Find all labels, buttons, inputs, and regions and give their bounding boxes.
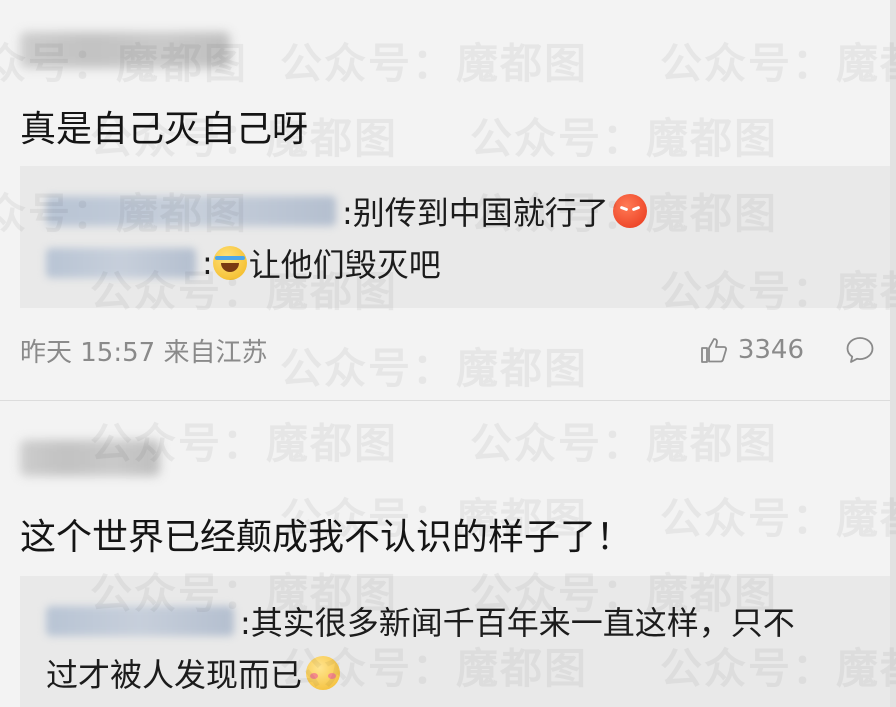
comment-text: 这个世界已经颠成我不认识的样子了！ [20, 517, 633, 558]
reply-username-blurred[interactable] [46, 196, 336, 226]
comment-meta: 昨天 15:57 来自江苏 3346 [20, 330, 876, 370]
reply-text: :其实很多新闻千百年来一直这样，只不 [240, 604, 795, 642]
reply-line: 过才被人发现而已 [46, 650, 341, 696]
comment-text: 真是自己灭自己呀 [20, 109, 309, 150]
reply-box[interactable]: :别传到中国就行了 : 让他们毁灭吧 [20, 166, 896, 308]
username-blurred[interactable] [20, 440, 160, 476]
reply-line: :其实很多新闻千百年来一直这样，只不 [46, 598, 795, 644]
laugh-cry-icon [212, 246, 247, 280]
shy-face-icon [306, 656, 341, 690]
reply-username-blurred[interactable] [46, 606, 234, 636]
reply-username-blurred[interactable] [46, 248, 196, 278]
like-button[interactable]: 3346 [698, 334, 804, 366]
reply-prefix: : [202, 244, 213, 282]
reply-box[interactable]: :其实很多新闻千百年来一直这样，只不 过才被人发现而已 [20, 576, 896, 707]
thumbs-up-icon [700, 338, 727, 363]
reply-line: : 让他们毁灭吧 [46, 240, 441, 286]
like-count: 3346 [737, 335, 804, 365]
comment-time: 昨天 15:57 来自江苏 [20, 337, 268, 368]
reply-text: :别传到中国就行了 [342, 194, 609, 232]
comment-divider [0, 400, 896, 401]
reply-text: 让他们毁灭吧 [248, 246, 441, 284]
reply-bubble-icon[interactable] [844, 334, 876, 366]
reply-line: :别传到中国就行了 [46, 188, 647, 234]
scroll-edge [890, 0, 896, 707]
angry-face-icon [612, 194, 647, 228]
username-blurred[interactable] [20, 32, 230, 68]
reply-text-continued: 过才被人发现而已 [46, 656, 303, 694]
